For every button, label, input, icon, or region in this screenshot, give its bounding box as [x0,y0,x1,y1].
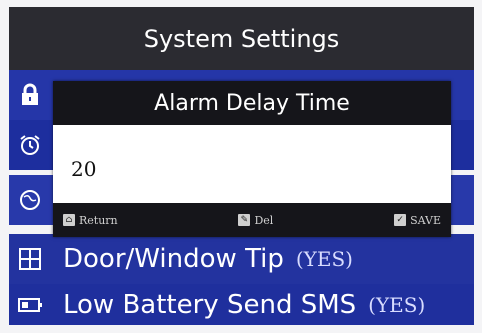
alarm-delay-dialog: Alarm Delay Time 20 ⌂ Return ✎ Del ✓ SAV… [53,81,451,237]
globe-icon [17,187,43,213]
delay-value: 20 [71,157,97,181]
dialog-title-text: Alarm Delay Time [154,90,350,116]
return-key-hint[interactable]: ⌂ Return [63,214,118,227]
lock-icon [17,82,43,108]
dialog-title: Alarm Delay Time [53,81,451,125]
delay-value-field[interactable]: 20 [53,125,451,203]
door-window-icon [17,246,43,272]
delete-key-hint[interactable]: ✎ Del [238,214,273,227]
delete-key-label: Del [254,213,274,227]
menu-item-value: (YES) [295,247,353,271]
return-key-label: Return [79,213,118,227]
page-title: System Settings [143,24,340,53]
save-key-hint[interactable]: ✓ SAVE [394,214,441,227]
menu-item-label: Low Battery Send SMS [63,289,357,320]
menu-item-door-window-tip[interactable]: Door/Window Tip (YES) [9,234,474,284]
battery-icon [17,292,43,318]
title-bar: System Settings [9,7,474,70]
home-key-icon: ⌂ [63,214,75,226]
menu-item-low-battery-sms[interactable]: Low Battery Send SMS (YES) [9,284,474,325]
dialog-key-hints: ⌂ Return ✎ Del ✓ SAVE [53,203,451,237]
menu-item-label: Door/Window Tip [63,244,284,274]
menu-item-value: (YES) [368,292,426,317]
settings-screen: System Settings Door/Window Tip (YES) Lo… [9,7,474,325]
save-key-label: SAVE [410,213,441,227]
alarm-clock-icon [17,132,43,158]
save-key-icon: ✓ [394,214,407,226]
delete-key-icon: ✎ [238,214,251,226]
